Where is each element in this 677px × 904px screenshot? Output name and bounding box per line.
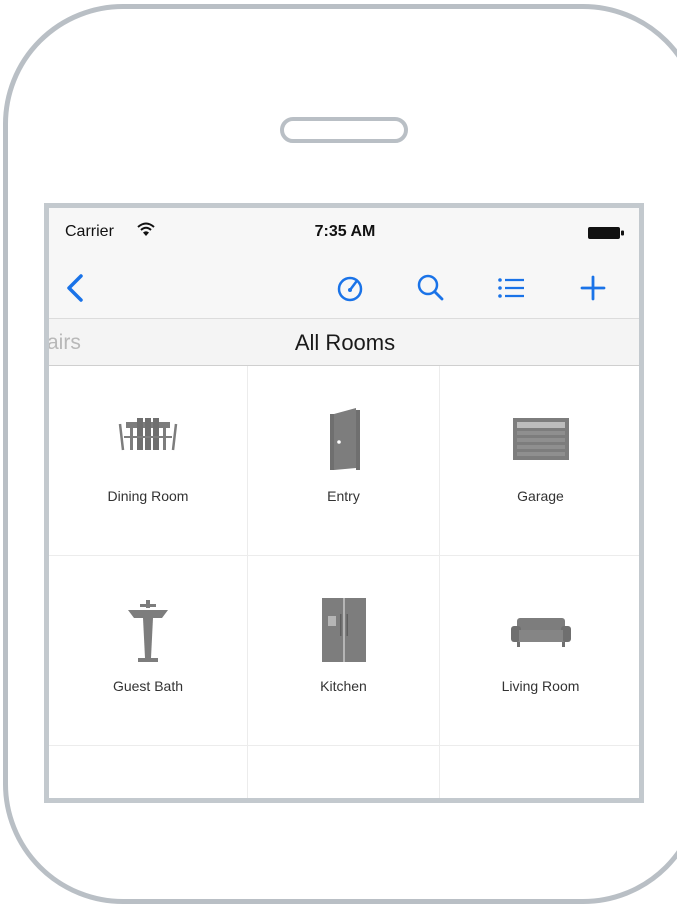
phone-speaker [280,117,408,143]
gauge-icon [337,276,363,302]
room-tile-guest-bath[interactable]: Guest Bath [49,556,248,746]
room-tile[interactable] [440,746,639,798]
room-tile-entry[interactable]: Entry [248,366,440,556]
add-button[interactable] [573,268,613,308]
room-label: Dining Room [107,488,189,504]
status-time: 7:35 AM [314,223,376,240]
room-tile-kitchen[interactable]: Kitchen [248,556,440,746]
phone-screen: Carrier 7:35 AM airs All Rooms Dining Ro… [44,203,644,803]
door-icon [306,406,382,478]
search-button[interactable] [411,268,451,308]
refrigerator-icon [306,596,382,668]
room-label: Kitchen [320,678,367,694]
room-label: Garage [517,488,564,504]
rooms-header: airs All Rooms [49,318,639,366]
dashboard-button[interactable] [330,268,370,308]
dining-table-icon [110,406,186,478]
list-button[interactable] [491,268,531,308]
room-tile-garage[interactable]: Garage [440,366,639,556]
room-label: Living Room [501,678,580,694]
chevron-left-icon [67,274,83,302]
navigation-bar [49,256,639,318]
room-tile-living-room[interactable]: Living Room [440,556,639,746]
sofa-icon [503,596,579,668]
garage-door-icon [503,406,579,478]
room-tile[interactable] [248,746,440,798]
room-tile[interactable] [49,746,248,798]
page-title: All Rooms [294,330,396,355]
plus-icon [580,275,606,301]
room-label: Guest Bath [112,678,184,694]
pedestal-sink-icon [110,596,186,668]
room-grid: Dining Room Entry Garage Guest Bath Kitc… [49,366,639,798]
battery-icon [588,226,624,239]
search-icon [417,274,444,301]
list-icon [498,278,524,298]
room-label: Entry [327,488,360,504]
back-button[interactable] [57,268,97,308]
room-tile-dining-room[interactable]: Dining Room [49,366,248,556]
status-bar: Carrier 7:35 AM [49,208,639,256]
